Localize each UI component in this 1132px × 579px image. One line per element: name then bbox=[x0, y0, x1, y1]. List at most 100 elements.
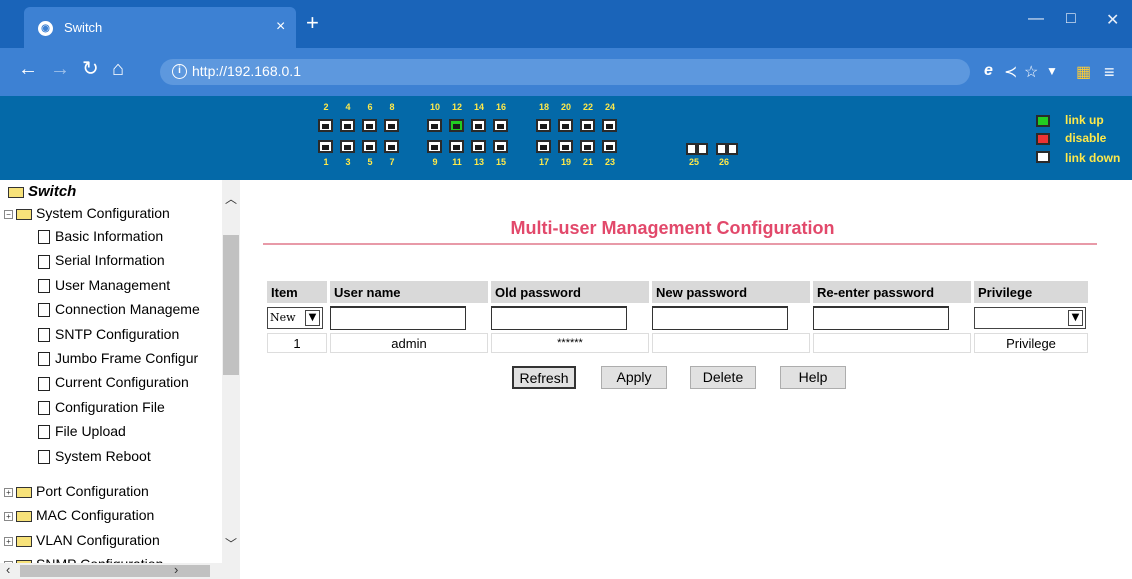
chevron-down-icon[interactable]: ▼ bbox=[1046, 64, 1058, 78]
scroll-up-icon[interactable]: ︿ bbox=[225, 190, 237, 207]
port-3[interactable] bbox=[340, 140, 355, 153]
port-8[interactable] bbox=[384, 119, 399, 132]
expand-icon[interactable]: + bbox=[4, 512, 13, 522]
scroll-right-icon[interactable]: › bbox=[174, 562, 178, 577]
collapse-icon[interactable]: − bbox=[4, 209, 13, 219]
port-24[interactable] bbox=[602, 119, 617, 132]
sidebar-vertical-scrollbar[interactable]: ︿ ﹀ bbox=[222, 180, 240, 563]
forward-icon[interactable]: → bbox=[50, 59, 70, 79]
sidebar-folder-label: MAC Configuration bbox=[36, 507, 155, 524]
port-21[interactable] bbox=[580, 140, 595, 153]
cell-user-name: admin bbox=[330, 333, 488, 353]
col-reenter-password: Re-enter password bbox=[813, 281, 971, 303]
minimize-icon[interactable]: — bbox=[1028, 10, 1044, 28]
sfp-port-26a[interactable] bbox=[716, 143, 727, 155]
back-icon[interactable]: ← bbox=[18, 59, 38, 79]
maximize-icon[interactable]: □ bbox=[1066, 10, 1076, 28]
scroll-down-icon[interactable]: ﹀ bbox=[225, 535, 237, 552]
browser-tab[interactable]: ◉ Switch × bbox=[24, 7, 296, 50]
sidebar-item-label: Configuration File bbox=[55, 398, 165, 415]
old-password-input[interactable] bbox=[491, 306, 627, 330]
port-number-23: 23 bbox=[604, 157, 615, 167]
sidebar-item[interactable]: User Management bbox=[38, 275, 170, 295]
info-icon[interactable]: i bbox=[172, 64, 187, 79]
sidebar-item[interactable]: SNTP Configuration bbox=[38, 324, 179, 344]
port-16[interactable] bbox=[493, 119, 508, 132]
port-1[interactable] bbox=[318, 140, 333, 153]
url-text[interactable]: http://192.168.0.1 bbox=[192, 63, 301, 79]
port-9[interactable] bbox=[427, 140, 442, 153]
tree-root[interactable]: Switch bbox=[8, 182, 76, 202]
port-11[interactable] bbox=[449, 140, 464, 153]
close-tab-icon[interactable]: × bbox=[276, 18, 285, 36]
port-4[interactable] bbox=[340, 119, 355, 132]
port-23[interactable] bbox=[602, 140, 617, 153]
sidebar-item[interactable]: File Upload bbox=[38, 421, 126, 441]
port-2[interactable] bbox=[318, 119, 333, 132]
scroll-thumb-horizontal[interactable] bbox=[20, 565, 210, 577]
port-number-10: 10 bbox=[429, 102, 440, 112]
port-5[interactable] bbox=[362, 140, 377, 153]
sfp-port-26b[interactable] bbox=[727, 143, 738, 155]
expand-icon[interactable]: + bbox=[4, 487, 13, 497]
sidebar-item[interactable]: Current Configuration bbox=[38, 372, 189, 392]
table-row: 1 admin ****** Privilege bbox=[267, 333, 1088, 353]
menu-icon[interactable]: ≡ bbox=[1104, 62, 1115, 83]
sidebar-folder-label: Port Configuration bbox=[36, 483, 149, 499]
port-13[interactable] bbox=[471, 140, 486, 153]
sidebar-item[interactable]: Serial Information bbox=[38, 250, 165, 270]
star-icon[interactable]: ☆ bbox=[1024, 62, 1038, 82]
item-select[interactable]: New ▼ bbox=[267, 307, 323, 329]
reload-icon[interactable]: ↻ bbox=[82, 59, 99, 79]
sidebar-folder[interactable]: + VLAN Configuration bbox=[4, 530, 160, 550]
sidebar-folder[interactable]: + Port Configuration bbox=[4, 481, 149, 501]
port-12[interactable] bbox=[449, 119, 464, 132]
table-row-new: New ▼ ▼ bbox=[267, 306, 1088, 330]
privilege-select[interactable]: ▼ bbox=[974, 307, 1086, 329]
sidebar-item[interactable]: Configuration File bbox=[38, 397, 165, 417]
port-18[interactable] bbox=[536, 119, 551, 132]
home-icon[interactable]: ⌂ bbox=[112, 59, 124, 79]
port-20[interactable] bbox=[558, 119, 573, 132]
share-icon[interactable]: ≺ bbox=[1004, 62, 1017, 82]
sfp-port-25b[interactable] bbox=[697, 143, 708, 155]
port-15[interactable] bbox=[493, 140, 508, 153]
new-password-input[interactable] bbox=[652, 306, 788, 330]
close-window-icon[interactable]: ✕ bbox=[1106, 10, 1119, 30]
port-number-25: 25 bbox=[688, 157, 699, 167]
document-icon bbox=[38, 376, 50, 391]
port-19[interactable] bbox=[558, 140, 573, 153]
ie-mode-icon[interactable]: e bbox=[984, 62, 993, 80]
expand-icon[interactable]: + bbox=[4, 536, 13, 546]
tree-system-configuration[interactable]: − System Configuration bbox=[4, 203, 170, 223]
sidebar-item[interactable]: System Reboot bbox=[38, 446, 151, 466]
help-button[interactable]: Help bbox=[780, 366, 846, 389]
port-22[interactable] bbox=[580, 119, 595, 132]
sfp-port-25a[interactable] bbox=[686, 143, 697, 155]
sidebar-horizontal-scrollbar[interactable]: ‹ › bbox=[0, 562, 240, 579]
apps-grid-icon[interactable]: ▦ bbox=[1076, 62, 1091, 82]
apply-button[interactable]: Apply bbox=[601, 366, 667, 389]
table-header-row: Item User name Old password New password… bbox=[267, 281, 1088, 303]
nav-tree: Switch − System Configuration Basic Infor… bbox=[0, 180, 222, 579]
address-bar: ← → ↻ ⌂ i http://192.168.0.1 e ≺ ☆ ▼ ▦ ≡ bbox=[0, 48, 1132, 96]
reenter-password-input[interactable] bbox=[813, 306, 949, 330]
user-name-input[interactable] bbox=[330, 306, 466, 330]
port-14[interactable] bbox=[471, 119, 486, 132]
delete-button[interactable]: Delete bbox=[690, 366, 756, 389]
port-number-12: 12 bbox=[451, 102, 462, 112]
refresh-button[interactable]: Refresh bbox=[512, 366, 576, 389]
col-user-name: User name bbox=[330, 281, 488, 303]
sidebar-item[interactable]: Basic Information bbox=[38, 226, 163, 246]
scroll-left-icon[interactable]: ‹ bbox=[6, 562, 10, 577]
document-icon bbox=[38, 401, 50, 416]
port-6[interactable] bbox=[362, 119, 377, 132]
sidebar-folder[interactable]: + MAC Configuration bbox=[4, 505, 154, 525]
port-7[interactable] bbox=[384, 140, 399, 153]
port-10[interactable] bbox=[427, 119, 442, 132]
port-17[interactable] bbox=[536, 140, 551, 153]
new-tab-button[interactable]: + bbox=[306, 12, 319, 34]
scroll-thumb[interactable] bbox=[223, 235, 239, 375]
sidebar-item[interactable]: Jumbo Frame Configur bbox=[38, 348, 198, 368]
sidebar-item[interactable]: Connection Manageme bbox=[38, 299, 200, 319]
